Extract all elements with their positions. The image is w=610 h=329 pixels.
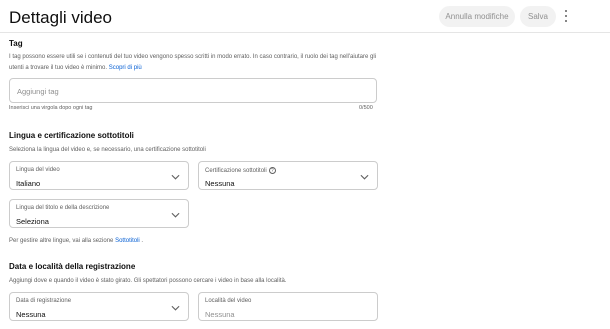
video-language-value: Italiano xyxy=(16,179,41,188)
video-language-label: Lingua del video xyxy=(16,167,60,173)
undo-changes-button[interactable]: Annulla modifiche xyxy=(439,6,515,27)
chevron-down-icon xyxy=(171,305,180,311)
chevron-down-icon xyxy=(171,212,180,218)
recording-date-label: Data di registrazione xyxy=(16,298,72,304)
tags-description-text: I tag possono essere utili se i contenut… xyxy=(9,54,377,71)
tags-description: I tag possono essere utili se i contenut… xyxy=(9,52,384,74)
language-section-title: Lingua e certificazione sottotitoli xyxy=(9,131,134,140)
recording-date-select[interactable]: Data di registrazione Nessuna xyxy=(9,292,189,321)
subtitles-link[interactable]: Sottotitoli xyxy=(115,238,140,244)
title-language-label: Lingua del titolo e della descrizione xyxy=(16,205,110,211)
manage-languages-note: Per gestire altre lingue, vai alla sezio… xyxy=(9,236,384,247)
manage-languages-text: Per gestire altre lingue, vai alla sezio… xyxy=(9,238,114,244)
info-icon[interactable]: ? xyxy=(268,167,276,174)
tags-input-placeholder: Aggiungi tag xyxy=(17,87,59,96)
tags-helper-text: Inserisci una virgola dopo ogni tag xyxy=(9,105,93,111)
save-button[interactable]: Salva xyxy=(520,6,556,27)
tags-counter: 0/500 xyxy=(359,105,373,111)
caption-cert-label-text: Certificazione sottotitoli xyxy=(205,168,267,175)
caption-certification-select[interactable]: Certificazione sottotitoli? Nessuna xyxy=(198,161,378,190)
tags-input[interactable]: Aggiungi tag xyxy=(9,78,377,103)
recording-description: Aggiungi dove e quando il video è stato … xyxy=(9,278,287,284)
period-text: . xyxy=(141,238,144,244)
learn-more-link[interactable]: Scopri di più xyxy=(109,65,142,71)
title-language-value: Seleziona xyxy=(16,217,49,226)
video-location-label: Località del video xyxy=(205,298,252,304)
caption-cert-label: Certificazione sottotitoli? xyxy=(205,167,276,174)
recording-section-title: Data e località della registrazione xyxy=(9,262,136,271)
chevron-down-icon xyxy=(360,174,369,180)
video-language-select[interactable]: Lingua del video Italiano xyxy=(9,161,189,190)
title-language-select[interactable]: Lingua del titolo e della descrizione Se… xyxy=(9,199,189,228)
video-location-placeholder: Nessuna xyxy=(205,310,235,319)
page-title: Dettagli video xyxy=(9,8,113,27)
recording-date-value: Nessuna xyxy=(16,310,46,319)
page-header: Dettagli video Annulla modifiche Salva xyxy=(0,0,610,33)
caption-cert-value: Nessuna xyxy=(205,179,235,188)
language-description: Seleziona la lingua del video e, se nece… xyxy=(9,147,206,153)
chevron-down-icon xyxy=(171,174,180,180)
video-location-input[interactable]: Località del video Nessuna xyxy=(198,292,378,321)
tags-section-title: Tag xyxy=(9,39,23,48)
more-options-icon[interactable] xyxy=(561,9,571,23)
